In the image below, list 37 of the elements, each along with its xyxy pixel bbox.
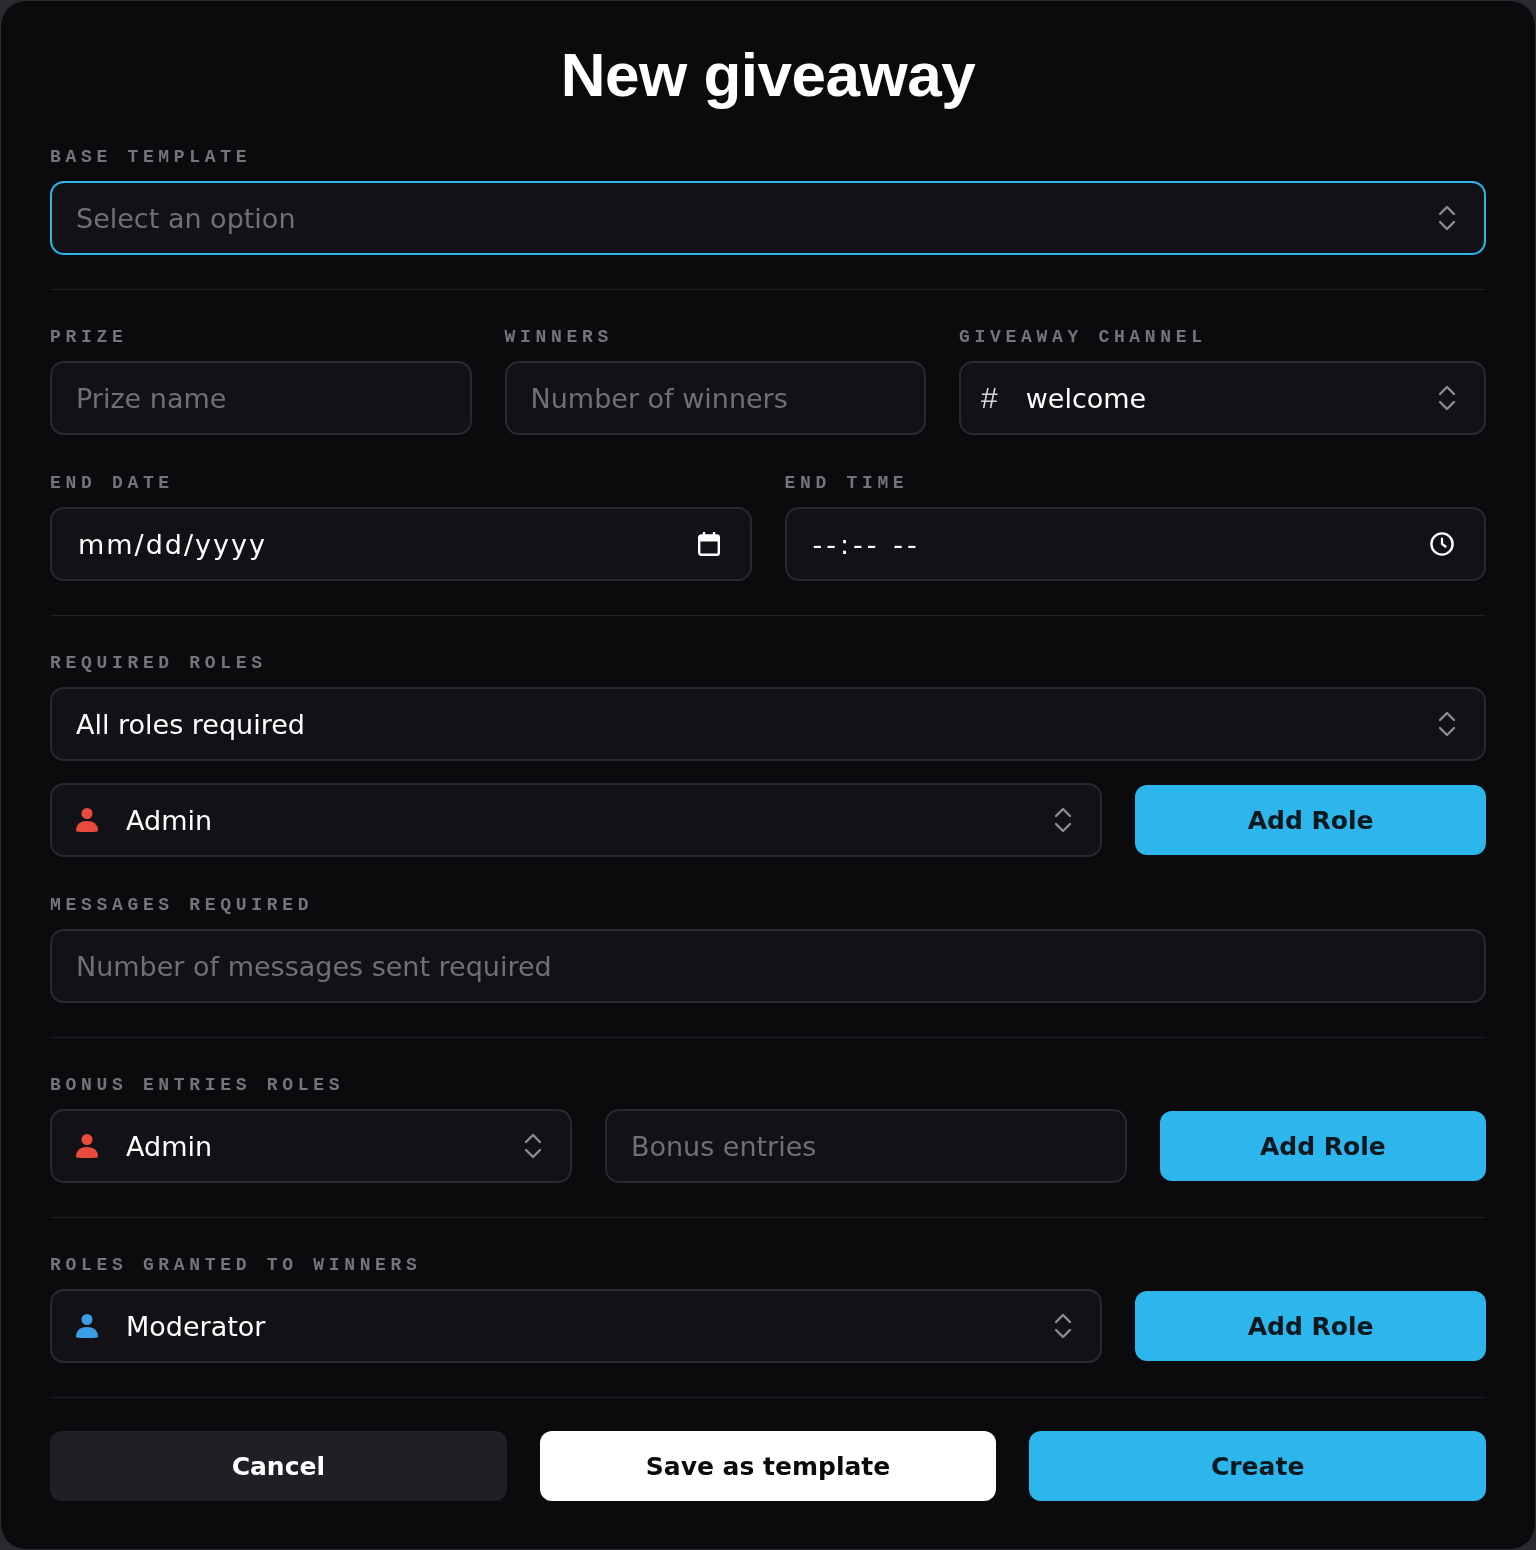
select-field[interactable]: All roles required — [50, 687, 1486, 761]
cancel-button[interactable]: Cancel — [50, 1431, 507, 1501]
chevron-up-down-icon — [1438, 710, 1456, 738]
input-field[interactable]: Prize name — [50, 361, 472, 435]
input-field[interactable]: Bonus entries — [604, 1109, 1127, 1183]
chevron-up-down-icon — [1438, 384, 1456, 412]
chevron-up-down-icon — [1054, 1312, 1073, 1340]
field-label: BONUS ENTRIES ROLES — [50, 1074, 345, 1096]
field-label: BASE TEMPLATE — [50, 146, 252, 168]
dialog-title: New giveaway — [560, 41, 976, 109]
calendar-icon — [697, 532, 720, 556]
role-select[interactable]: Moderator — [50, 1289, 1103, 1363]
chevron-up-down-icon — [1438, 204, 1456, 232]
select-field[interactable]: Select an option — [50, 181, 1486, 255]
role-select[interactable]: Admin — [50, 1109, 572, 1183]
field-label: ROLES GRANTED TO WINNERS — [50, 1254, 422, 1276]
field-label: END TIME — [784, 472, 909, 494]
field-label: MESSAGES REQUIRED — [50, 894, 314, 916]
add-role-button[interactable]: Add Role — [1159, 1111, 1486, 1181]
field-label: GIVEAWAY CHANNEL — [959, 326, 1207, 348]
chevron-up-down-icon — [523, 1132, 542, 1160]
field-label: WINNERS — [504, 326, 613, 348]
create-button[interactable]: Create — [1029, 1431, 1486, 1501]
chevron-up-down-icon — [1054, 806, 1073, 834]
field-label: REQUIRED ROLES — [50, 652, 267, 674]
field-label: END DATE — [50, 472, 174, 494]
input-field[interactable]: Number of messages sent required — [50, 929, 1486, 1003]
date-field[interactable]: mm/dd/yyyy — [50, 507, 752, 581]
time-field[interactable]: --:-- -- — [784, 507, 1486, 581]
add-role-button[interactable]: Add Role — [1135, 1291, 1486, 1361]
channel-select[interactable]: # welcome — [959, 361, 1486, 435]
role-select[interactable]: Admin — [50, 783, 1103, 857]
field-label: PRIZE — [50, 326, 128, 348]
add-role-button[interactable]: Add Role — [1135, 785, 1486, 855]
input-field[interactable]: Number of winners — [504, 361, 927, 435]
save-template-button[interactable]: Save as template — [539, 1431, 997, 1501]
clock-icon — [1430, 532, 1454, 556]
